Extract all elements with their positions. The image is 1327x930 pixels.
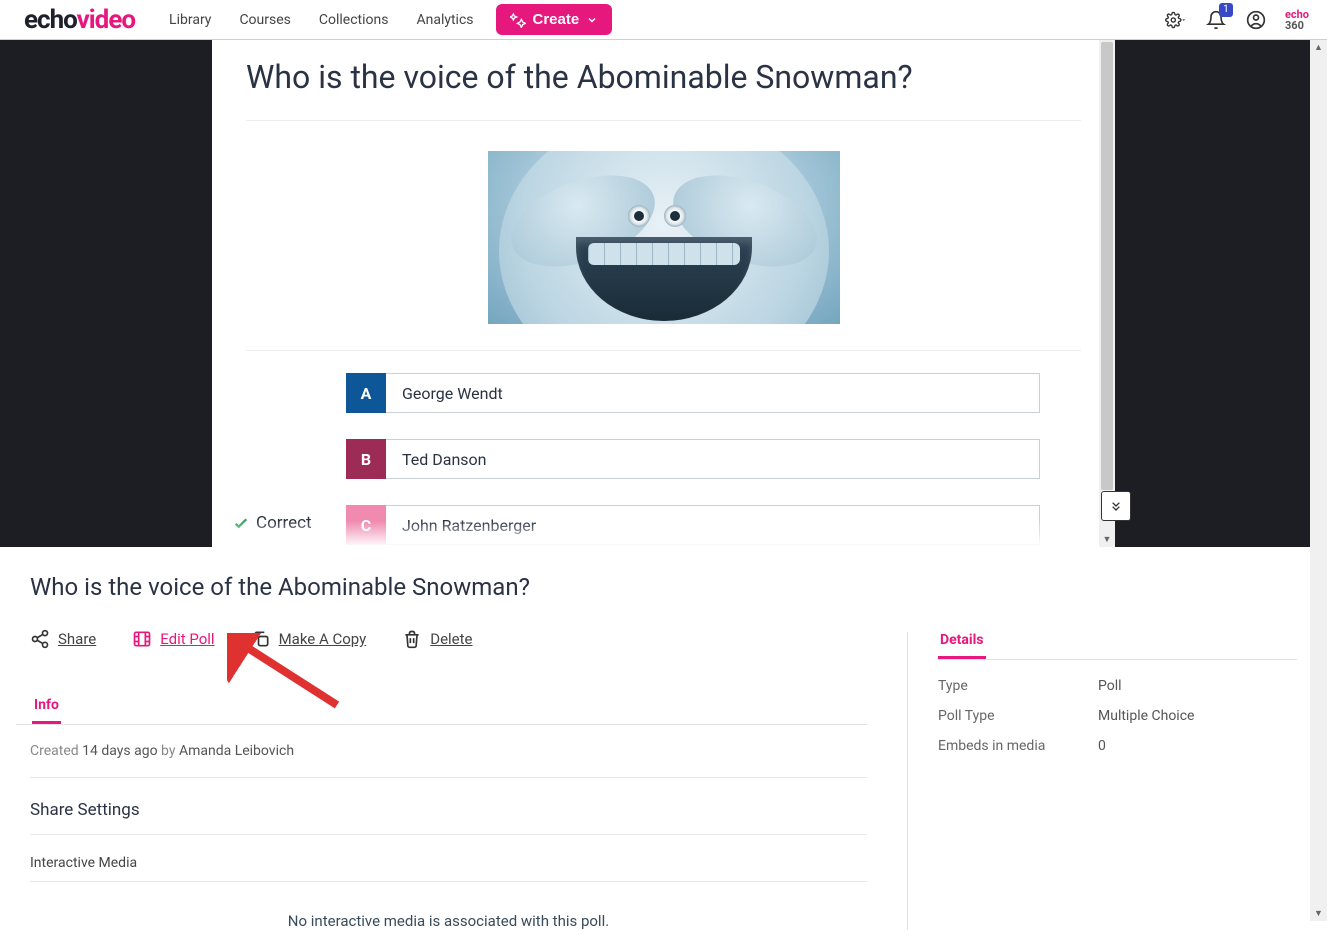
brand-logo[interactable]: echovideo — [24, 5, 135, 35]
create-button-label: Create — [533, 11, 580, 28]
correct-indicator: Correct — [232, 513, 312, 533]
scroll-down-icon[interactable]: ▼ — [1310, 906, 1327, 921]
check-icon — [232, 514, 250, 532]
top-nav: echovideo Library Courses Collections An… — [0, 0, 1327, 40]
nav-collections[interactable]: Collections — [319, 12, 389, 28]
poll-preview-stage: Who is the voice of the Abominable Snowm… — [0, 40, 1327, 547]
answer-letter: C — [346, 505, 386, 545]
details-column: Details Type Poll Poll Type Multiple Cho… — [907, 632, 1297, 930]
film-icon — [132, 629, 152, 649]
answer-letter: B — [346, 439, 386, 479]
answer-letter: A — [346, 373, 386, 413]
page-scrollbar[interactable]: ▲ ▼ — [1310, 40, 1327, 921]
details-title: Who is the voice of the Abominable Snowm… — [30, 573, 1297, 601]
org-logo[interactable]: echo 360 — [1285, 9, 1309, 31]
sparkle-icon — [510, 12, 526, 28]
no-media-message: No interactive media is associated with … — [30, 912, 867, 930]
preview-scrollbar[interactable]: ▲ ▼ — [1099, 40, 1115, 547]
answer-text: John Ratzenberger — [386, 505, 1040, 545]
brand-part2: video — [77, 5, 135, 35]
delete-action[interactable]: Delete — [402, 629, 472, 649]
tab-details[interactable]: Details — [938, 632, 986, 659]
share-icon — [30, 629, 50, 649]
trash-icon — [402, 629, 422, 649]
nav-analytics[interactable]: Analytics — [416, 12, 473, 28]
answer-list: A George Wendt B Ted Danson Correct C Jo… — [346, 373, 1040, 545]
details-val-embeds: 0 — [1098, 738, 1297, 754]
poll-image — [488, 151, 840, 324]
info-column: Info Created 14 days ago by Amanda Leibo… — [30, 679, 907, 930]
interactive-media-heading: Interactive Media — [30, 855, 867, 882]
edit-poll-action[interactable]: Edit Poll — [132, 629, 214, 649]
scrollbar-thumb[interactable] — [1101, 42, 1113, 490]
tab-info[interactable]: Info — [32, 697, 61, 724]
poll-image-wrap — [246, 141, 1081, 351]
details-val-polltype: Multiple Choice — [1098, 708, 1297, 724]
answer-row[interactable]: A George Wendt — [346, 373, 1040, 413]
double-chevron-down-icon — [1108, 498, 1124, 514]
topnav-right: 1 echo 360 — [1165, 9, 1309, 31]
answer-text: George Wendt — [386, 373, 1040, 413]
details-panel: Who is the voice of the Abominable Snowm… — [0, 547, 1327, 930]
brand-part1: echo — [24, 5, 77, 35]
settings-icon[interactable] — [1165, 9, 1187, 31]
details-key-polltype: Poll Type — [938, 708, 1098, 724]
copy-icon — [251, 629, 271, 649]
details-grid: Type Poll Poll Type Multiple Choice Embe… — [938, 678, 1297, 754]
details-key-embeds: Embeds in media — [938, 738, 1098, 754]
notifications-badge: 1 — [1219, 3, 1233, 17]
chevron-down-icon — [586, 14, 598, 26]
nav-courses[interactable]: Courses — [239, 12, 290, 28]
create-button[interactable]: Create — [496, 4, 613, 35]
share-action[interactable]: Share — [30, 629, 96, 649]
answer-text: Ted Danson — [386, 439, 1040, 479]
scroll-up-icon[interactable]: ▲ — [1310, 40, 1327, 55]
answer-row[interactable]: B Ted Danson — [346, 439, 1040, 479]
scroll-down-icon[interactable]: ▼ — [1099, 532, 1115, 547]
account-icon[interactable] — [1245, 9, 1267, 31]
created-line: Created 14 days ago by Amanda Leibovich — [30, 743, 867, 778]
notifications-icon[interactable]: 1 — [1205, 9, 1227, 31]
nav-links: Library Courses Collections Analytics — [169, 12, 473, 28]
answer-row[interactable]: Correct C John Ratzenberger — [346, 505, 1040, 545]
expand-button[interactable] — [1101, 491, 1131, 521]
details-key-type: Type — [938, 678, 1098, 694]
make-copy-action[interactable]: Make A Copy — [251, 629, 367, 649]
details-val-type: Poll — [1098, 678, 1297, 694]
poll-preview-panel: Who is the voice of the Abominable Snowm… — [212, 40, 1115, 547]
creator-name[interactable]: Amanda Leibovich — [179, 743, 294, 759]
poll-question: Who is the voice of the Abominable Snowm… — [246, 58, 1081, 121]
share-settings-heading: Share Settings — [30, 800, 867, 835]
nav-library[interactable]: Library — [169, 12, 211, 28]
